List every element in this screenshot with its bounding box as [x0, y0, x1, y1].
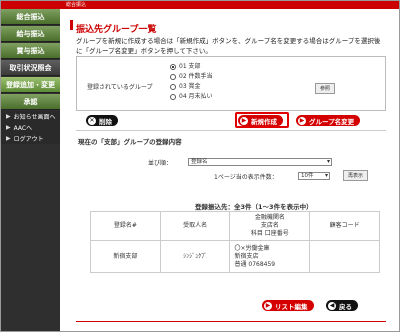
sidebar-top-strip	[1, 1, 60, 9]
close-icon: ✕	[88, 116, 96, 125]
group-option[interactable]: 04 月末払い	[170, 92, 213, 102]
divider	[76, 130, 386, 131]
group-list-label: 登録されているグループ	[87, 84, 153, 91]
arrow-right-icon: ▶	[298, 116, 306, 125]
per-page-label: 1ページ当の表示件数：	[214, 174, 278, 181]
radio-icon[interactable]	[170, 94, 176, 100]
arrow-right-icon: ▶	[240, 116, 248, 125]
sort-select[interactable]: 登録名	[188, 158, 332, 166]
sidebar-link-notices[interactable]: ▶ お知らせ画面へ	[1, 111, 60, 122]
radio-icon[interactable]	[170, 74, 176, 80]
footer-divider	[76, 321, 386, 322]
cell-bank: 〇×労働金庫 新宿支店 普通 0768459	[229, 240, 311, 273]
group-selection-box: 登録されているグループ 01 支部 02 件数手当 03 賞金 04 月末払い …	[76, 56, 386, 111]
cell-code	[309, 240, 380, 273]
column-header: 金融機関名 支店名 科目 口座番号	[229, 211, 311, 241]
arrow-left-icon: ◀	[328, 301, 336, 310]
sidebar-link-logout-label: ログアウト	[13, 136, 44, 143]
column-header: 顧客コード	[309, 211, 380, 241]
sidebar-item-transaction-status[interactable]: 取引状況照会	[1, 60, 60, 76]
group-option-label: 04 月末払い	[179, 93, 213, 100]
sort-label: 並び順：	[148, 160, 173, 167]
sidebar-item-shoyo-furikomi[interactable]: 賞与振込	[1, 43, 60, 59]
group-option-label: 03 賞金	[179, 83, 201, 90]
sidebar-item-approval[interactable]: 承認	[1, 94, 60, 110]
group-option-label: 01 支部	[179, 63, 201, 70]
header-bar: 総合振込	[60, 1, 399, 9]
redisplay-button[interactable]: 再表示	[343, 170, 369, 181]
list-edit-button-label: リスト編集	[275, 302, 308, 311]
sidebar: 総合振込 給与振込 賞与振込 取引状況照会 登録追加・変更 承認 ▶ お知らせ画面…	[1, 1, 60, 331]
list-edit-button[interactable]: ▶ リスト編集	[262, 300, 314, 311]
sidebar-link-aac[interactable]: ▶ AACへ	[1, 122, 60, 133]
header-label: 総合振込	[66, 2, 87, 8]
column-header: 登録名#	[90, 211, 161, 241]
cell-recipient: ｼﾝｼﾞｭｸﾌﾞ	[159, 240, 231, 273]
per-page-select[interactable]: 10件	[298, 172, 330, 180]
intro-text: グループを新規に作成する場合は「新規作成」ボタンを、グループ名を変更する場合はグ…	[76, 37, 381, 55]
group-option[interactable]: 03 賞金	[170, 82, 213, 92]
registered-count: 登録振込先：全3件（1～3件を表示中）	[195, 203, 313, 211]
group-radio-list: 01 支部 02 件数手当 03 賞金 04 月末払い	[170, 62, 213, 102]
back-button-label: 戻る	[339, 302, 352, 311]
reference-button[interactable]: 参照	[315, 83, 336, 94]
rename-group-button-label: グループ名変更	[309, 117, 355, 126]
column-header: 受取人名	[159, 211, 231, 241]
rename-group-button[interactable]: ▶ グループ名変更	[296, 115, 361, 126]
new-create-button-label: 新規作成	[251, 117, 277, 126]
page-title: 振込先グループ一覧	[76, 25, 157, 35]
back-button[interactable]: ◀ 戻る	[326, 300, 358, 311]
sidebar-link-notices-label: お知らせ画面へ	[13, 114, 56, 121]
radio-icon[interactable]	[170, 84, 176, 90]
recipient-table: 登録名# 受取人名 金融機関名 支店名 科目 口座番号 顧客コード 新宿支部 ｼ…	[90, 211, 380, 273]
main-content: 振込先グループ一覧 グループを新規に作成する場合は「新規作成」ボタンを、グループ…	[60, 9, 399, 331]
group-option[interactable]: 01 支部	[170, 62, 213, 72]
sidebar-link-logout[interactable]: ▶ ログアウト	[1, 133, 60, 144]
sidebar-link-aac-label: AACへ	[13, 125, 33, 132]
sidebar-item-kyuyo-furikomi[interactable]: 給与振込	[1, 26, 60, 42]
section-title: 現在の「支部」グループの登録内容	[78, 138, 182, 146]
arrow-right-icon: ▶	[6, 135, 11, 142]
delete-button-label: 削除	[99, 117, 112, 126]
arrow-right-icon: ▶	[6, 124, 11, 131]
delete-button[interactable]: ✕ 削除	[86, 115, 118, 126]
sidebar-item-sogo-furikomi[interactable]: 総合振込	[1, 9, 60, 25]
group-option[interactable]: 02 件数手当	[170, 72, 213, 82]
title-accent	[70, 20, 73, 30]
radio-icon[interactable]	[170, 64, 176, 70]
group-option-label: 02 件数手当	[179, 73, 213, 80]
new-create-button[interactable]: ▶ 新規作成	[238, 115, 283, 126]
sidebar-item-registration[interactable]: 登録追加・変更	[1, 77, 60, 93]
arrow-right-icon: ▶	[6, 113, 11, 120]
table-row: 新宿支部 ｼﾝｼﾞｭｸﾌﾞ 〇×労働金庫 新宿支店 普通 0768459	[90, 240, 380, 273]
cell-name: 新宿支部	[90, 240, 161, 273]
table-header-row: 登録名# 受取人名 金融機関名 支店名 科目 口座番号 顧客コード	[90, 211, 380, 241]
arrow-right-icon: ▶	[264, 301, 272, 310]
